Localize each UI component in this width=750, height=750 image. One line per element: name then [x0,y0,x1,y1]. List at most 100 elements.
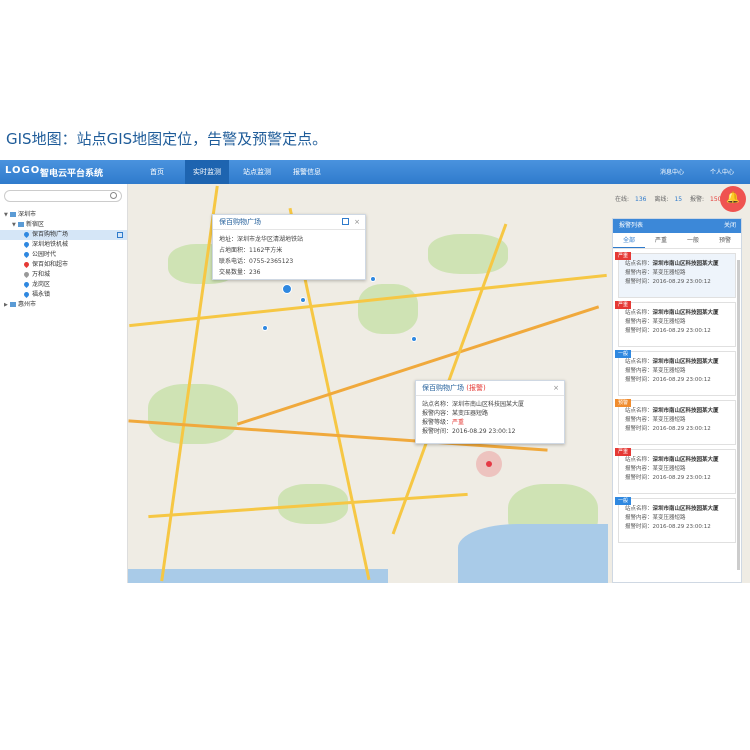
alarm-card-station: 站点名称：深圳市南山区科技园某大厦 [625,359,719,365]
offline-count: 离线: 15 [654,196,683,203]
detail-icon[interactable] [342,218,349,225]
alarm-card[interactable]: 一般 站点名称：深圳市南山区科技园某大厦 报警内容：某变压器短路 报警时间：2016-… [615,350,736,396]
close-icon[interactable]: × [354,215,360,230]
tree-node-label: 惠州市 [18,301,37,308]
alarm-popup-tag: (报警) [466,384,486,392]
location-pin-icon [22,290,31,299]
site-marker[interactable] [300,297,306,303]
alarm-card-time: 报警时间：2016-08.29 23:00:12 [625,426,711,432]
map-sea [458,524,608,583]
site-tree: ▼ 深圳市 ▼ 新宿区 保百购物广场 深圳地铁机械 公园时代 保百如和超市 万和城 … [0,210,127,310]
alarm-info-popup: 保百购物广场 (报警) × 站点名称：深圳市南山区科技园某大厦 报警内容：某变压… [415,380,565,444]
page-caption: GIS地图：站点GIS地图定位，告警及预警定点。 [6,130,328,148]
map-park-area [358,284,418,334]
tab-severe[interactable]: 严重 [645,233,677,248]
status-counts: 在线: 136 离线: 15 报警: 150 [615,194,727,203]
nav-alarm-info[interactable]: 报警信息 [285,160,329,184]
alarm-level-value: 严重 [452,419,465,426]
tree-node[interactable]: 福永镇 [0,290,127,300]
alarm-popup-title: 保百购物广场 [422,384,464,392]
site-tree-sidebar: ▼ 深圳市 ▼ 新宿区 保百购物广场 深圳地铁机械 公园时代 保百如和超市 万和城 … [0,184,128,583]
alarm-time: 报警时间：2016-08.29 23:00:12 [422,428,516,435]
alarm-count: 报警: 150 [690,196,722,203]
location-pin-icon [22,270,31,279]
alarm-popup-body: 站点名称：深圳市南山区科技园某大厦 报警内容：某变压器短路 报警等级：严重 报警… [416,396,564,440]
tree-node-label: 保百如和超市 [32,261,69,268]
location-pin-icon [22,230,31,239]
alarm-level-badge: 一般 [615,350,632,358]
alarm-card-time: 报警时间：2016-08.29 23:00:12 [625,377,711,383]
alarm-popup-header: 保百购物广场 (报警) × [416,381,564,396]
site-popup-title: 保百购物广场 [219,218,261,226]
alarm-list-panel: 报警列表 关闭 全部 严重 一般 预警 严重 站点名称：深圳市南山区科技园某大厦报… [612,218,742,583]
tree-node[interactable]: 深圳地铁机械 [0,240,127,250]
site-marker[interactable] [411,336,417,342]
tab-warning[interactable]: 预警 [709,233,741,248]
tree-node[interactable]: 保百如和超市 [0,260,127,270]
alarm-list-title: 报警列表 [619,222,644,229]
tree-node-label: 龙岗区 [32,281,51,288]
locate-icon[interactable] [117,232,123,238]
bell-icon[interactable] [720,186,746,212]
tree-node[interactable]: ▶ 惠州市 [0,300,127,310]
site-popup-body: 地址：深圳市龙华区清湖地铁站 占地面积：1162平方米 联系电话：0755-23… [213,230,365,282]
tab-normal[interactable]: 一般 [677,233,709,248]
tree-node-label: 深圳地铁机械 [32,241,69,248]
alarm-card[interactable]: 一般 站点名称：深圳市南山区科技园某大厦 报警内容：某变压器短路报警时间：2016-… [615,497,736,543]
alarm-card[interactable]: 预警 站点名称：深圳市南山区科技园某大厦 报警内容：某变压器短路 报警时间：2016-… [615,399,736,445]
tree-node[interactable]: 龙岗区 [0,280,127,290]
alarm-list-scrollbar[interactable] [737,260,740,570]
map-park-area [148,384,238,444]
alarm-marker[interactable] [476,451,502,477]
app-window: LOGO 智电云平台系统 首页 实时监测 站点监测 报警信息 消息中心 个人中心… [0,160,750,583]
message-center-link[interactable]: 消息中心 [660,167,684,176]
nav-realtime[interactable]: 实时监测 [185,160,229,184]
tab-all[interactable]: 全部 [613,233,645,248]
alarm-card-time: 报警时间：2016-08.29 23:00:12 [625,524,711,530]
site-marker[interactable] [282,284,292,294]
tree-node[interactable]: ▼ 深圳市 [0,210,127,220]
nav-site-monitor[interactable]: 站点监测 [235,160,279,184]
user-center-link[interactable]: 个人中心 [710,167,734,176]
site-marker[interactable] [262,325,268,331]
alarm-card[interactable]: 严重 站点名称：深圳市南山区科技园某大厦 报警内容：某变压器短路 报警时间：2016-… [615,252,736,298]
location-pin-icon [22,260,31,269]
alarm-card-station: 站点名称：深圳市南山区科技园某大厦 [625,457,719,463]
alarm-level: 报警等级：严重 [422,418,558,427]
alarm-tabs: 全部 严重 一般 预警 [613,233,741,249]
online-count: 在线: 136 [615,196,647,203]
site-marker[interactable] [370,276,376,282]
folder-icon [10,212,16,217]
site-info-popup: 保百购物广场 × 地址：深圳市龙华区清湖地铁站 占地面积：1162平方米 联系电… [212,214,366,280]
alarm-card[interactable]: 严重 站点名称：深圳市南山区科技园某大厦 报警内容：某变压器短路 报警时间：2016-… [615,448,736,494]
alarm-card-station: 站点名称：深圳市南山区科技园某大厦 [625,506,719,512]
tree-node-label: 保百购物广场 [32,231,69,238]
alarm-card[interactable]: 严重 站点名称：深圳市南山区科技园某大厦 报警内容：某变压器短路 报警时间：2016-… [615,301,736,347]
tree-node[interactable]: ▼ 新宿区 [0,220,127,230]
site-popup-header: 保百购物广场 × [213,215,365,230]
tree-node[interactable]: 万和城 [0,270,127,280]
alarm-card-content: 报警内容：某变压器短路 [625,515,686,521]
tree-node[interactable]: 保百购物广场 [0,230,127,240]
alarm-level-badge: 预警 [615,399,632,407]
alarm-list-close-button[interactable]: 关闭 [724,219,736,233]
tree-node-label: 福永镇 [32,291,51,298]
nav-home[interactable]: 首页 [135,160,179,184]
search-icon[interactable] [110,192,117,199]
alarm-card-content: 报警内容：某变压器短路 [625,319,686,325]
logo: LOGO [5,165,41,176]
alarm-level-badge: 一般 [615,497,632,505]
alarm-card-station: 站点名称：深圳市南山区科技园某大厦 [625,261,719,267]
site-phone: 联系电话：0755-2365123 [219,258,294,265]
alarm-list-header: 报警列表 关闭 [613,219,741,233]
close-icon[interactable]: × [553,381,559,396]
tree-node[interactable]: 公园时代 [0,250,127,260]
alarm-station: 站点名称：深圳市南山区科技园某大厦 [422,401,525,408]
alarm-card-content: 报警内容：某变压器短路 [625,270,686,276]
tree-node-label: 万和城 [32,271,51,278]
alarm-level-badge: 严重 [615,252,632,260]
alarm-level-badge: 严重 [615,448,632,456]
search-input[interactable] [4,190,122,202]
site-address: 地址：深圳市龙华区清湖地铁站 [219,236,304,243]
alarm-level-label: 报警等级： [422,419,453,426]
